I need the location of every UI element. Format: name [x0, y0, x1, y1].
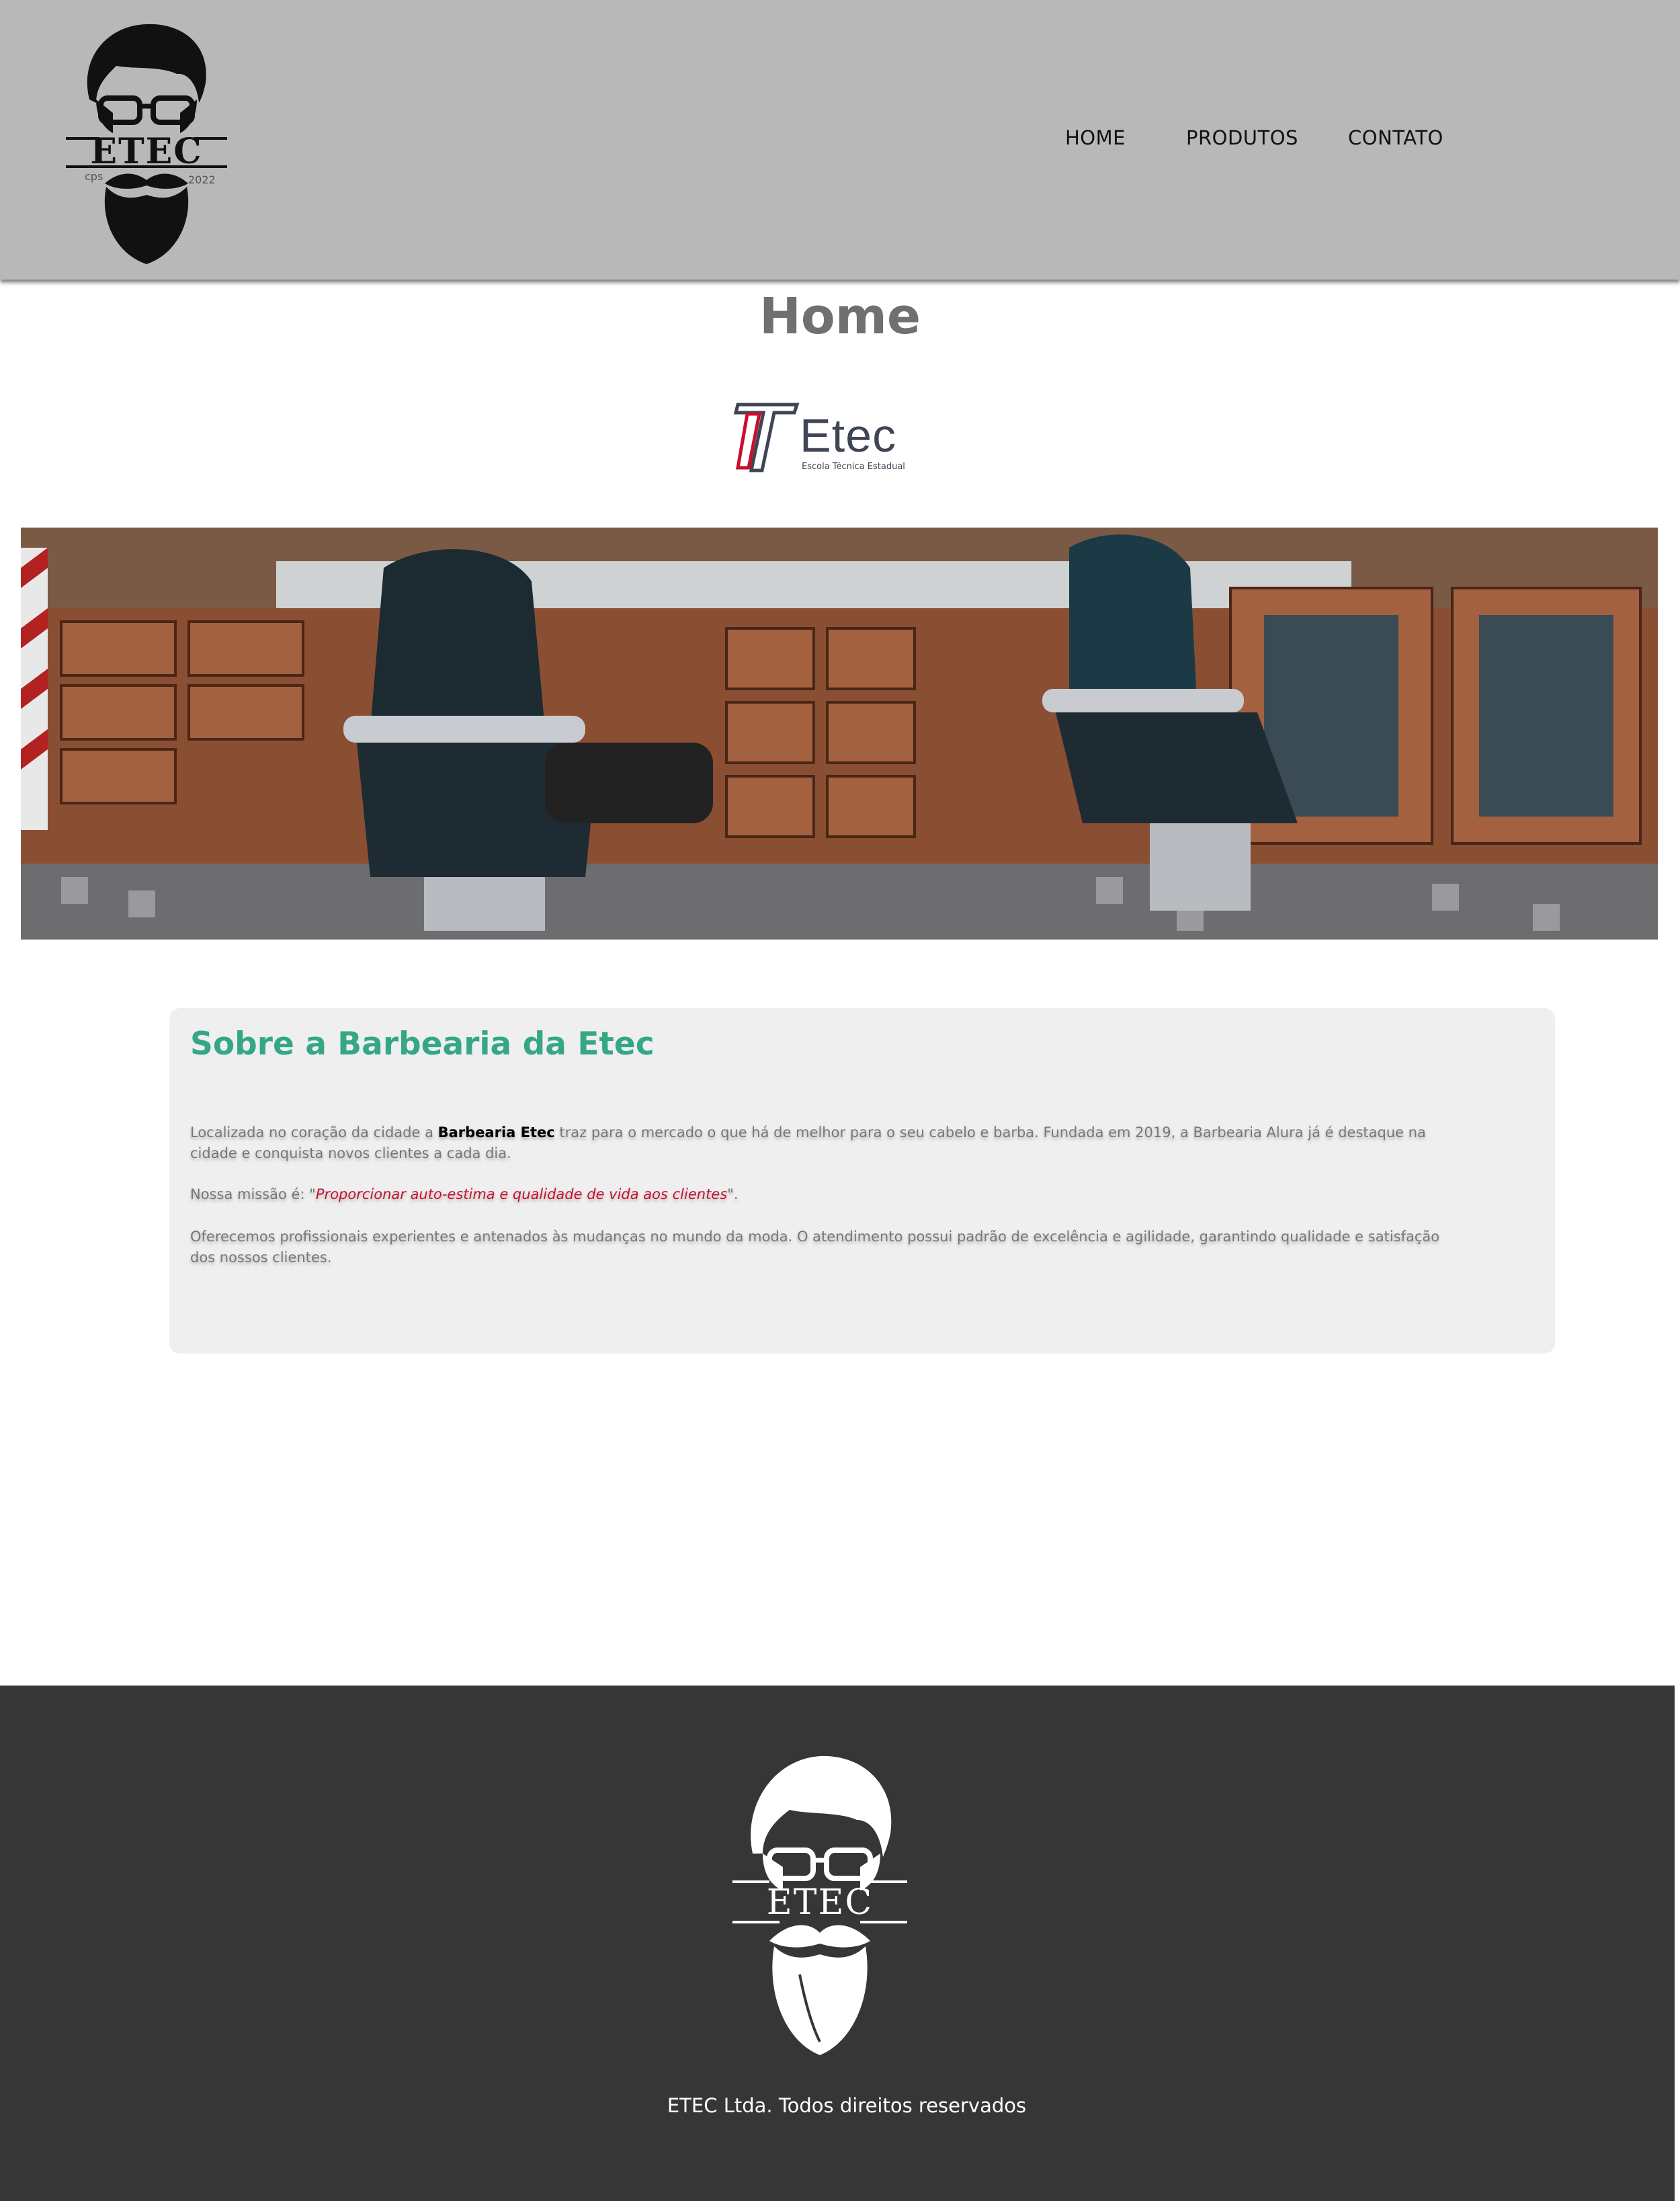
- page-title: Home: [759, 288, 921, 345]
- site-footer: ETEC ETEC Ltda. Todos direitos reservado…: [0, 1686, 1675, 2201]
- footer-barber-logo: ETEC: [732, 1753, 907, 2062]
- mission-statement: Proporcionar auto-estima e qualidade de …: [315, 1186, 728, 1202]
- about-paragraph-services: Oferecemos profissionais experientes e a…: [190, 1229, 1440, 1265]
- about-section: Sobre a Barbearia da Etec Localizada no …: [169, 1008, 1555, 1354]
- nav-link-contato[interactable]: CONTATO: [1348, 126, 1443, 149]
- nav-link-home[interactable]: HOME: [1065, 126, 1126, 149]
- about-paragraph-location: Localizada no coração da cidade a Barbea…: [190, 1124, 1426, 1161]
- site-header: ETEC cps 2022 HOME PRODUTOS CONTATO: [0, 0, 1680, 280]
- about-paragraph-mission: Nossa missão é: "Proporcionar auto-estim…: [190, 1186, 739, 1202]
- svg-text:2022: 2022: [188, 173, 216, 186]
- about-heading: Sobre a Barbearia da Etec: [190, 1026, 655, 1063]
- etec-school-logo: Etec Escola Técnica Estadual: [732, 398, 917, 475]
- svg-text:ETEC: ETEC: [767, 1882, 873, 1923]
- footer-copyright: ETEC Ltda. Todos direitos reservados: [667, 2094, 1027, 2117]
- brand-name-bold: Barbearia Etec: [437, 1124, 555, 1140]
- nav-link-produtos[interactable]: PRODUTOS: [1186, 126, 1298, 149]
- etec-logo-subtitle: Escola Técnica Estadual: [802, 462, 905, 472]
- main-nav: HOME PRODUTOS CONTATO: [0, 126, 1680, 153]
- barbershop-hero-image: [21, 528, 1658, 940]
- etec-logo-word: Etec: [800, 409, 897, 462]
- svg-text:cps: cps: [85, 170, 103, 183]
